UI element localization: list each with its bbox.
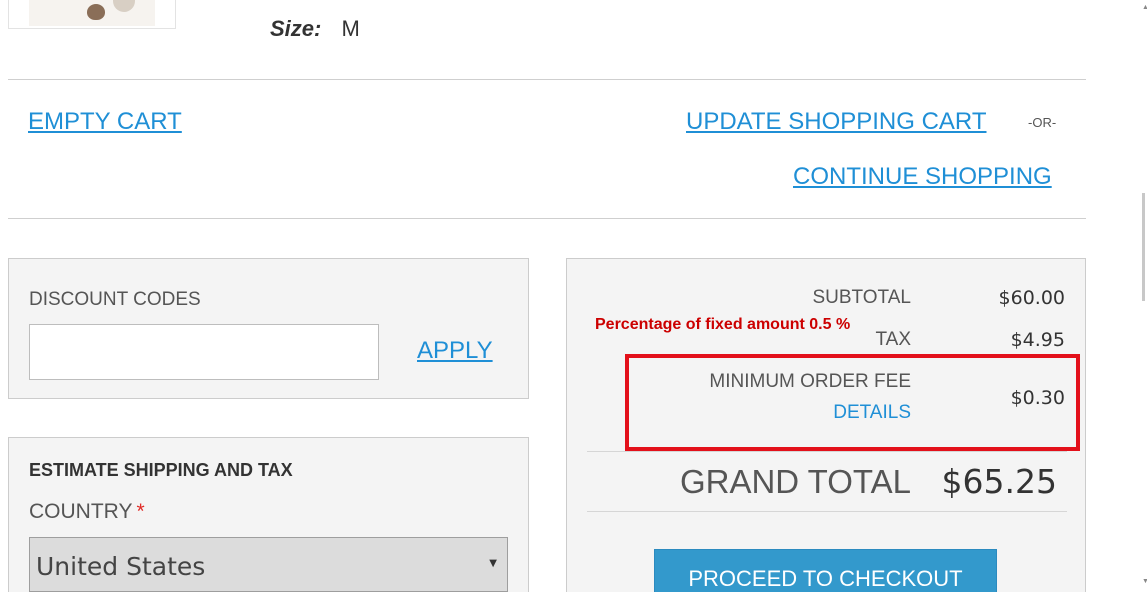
apply-discount-link[interactable]: APPLY <box>417 337 493 365</box>
estimate-shipping-title[interactable]: ESTIMATE SHIPPING AND TAX <box>29 460 293 481</box>
country-selected-value: United States <box>36 552 206 581</box>
subtotal-value: $60.00 <box>998 287 1065 309</box>
update-shopping-cart-link[interactable]: UPDATE SHOPPING CART <box>686 108 987 136</box>
proceed-to-checkout-button[interactable]: PROCEED TO CHECKOUT <box>654 549 997 592</box>
shopping-cart-page: Size: M EMPTY CART UPDATE SHOPPING CART … <box>0 0 1147 592</box>
discount-codes-panel: DISCOUNT CODES APPLY <box>8 258 529 399</box>
discount-code-input[interactable] <box>29 324 379 380</box>
size-label: Size: <box>270 16 322 41</box>
divider <box>8 79 1086 80</box>
estimate-shipping-panel: ESTIMATE SHIPPING AND TAX COUNTRY * Unite… <box>8 437 529 592</box>
summary-divider <box>587 451 1067 452</box>
continue-shopping-link[interactable]: CONTINUE SHOPPING <box>793 163 1052 191</box>
country-label-text: COUNTRY <box>29 500 133 523</box>
required-asterisk: * <box>136 500 145 523</box>
subtotal-label: SUBTOTAL <box>812 287 911 308</box>
scrollbar-thumb[interactable] <box>1142 193 1145 301</box>
size-value: M <box>341 16 360 41</box>
empty-cart-link[interactable]: EMPTY CART <box>28 108 182 136</box>
annotation-highlight-box <box>625 354 1080 451</box>
grand-total-value: $65.25 <box>941 462 1057 501</box>
divider <box>8 218 1086 219</box>
product-image <box>29 0 155 26</box>
tax-value: $4.95 <box>1010 329 1065 351</box>
discount-codes-title: DISCOUNT CODES <box>29 289 201 310</box>
grand-total-label: GRAND TOTAL <box>679 463 911 500</box>
or-separator: -OR- <box>1028 115 1057 130</box>
scroll-up-icon[interactable]: ▲ <box>1142 4 1147 11</box>
country-label: COUNTRY * <box>29 500 145 524</box>
product-thumbnail[interactable] <box>8 0 176 29</box>
tax-label: TAX <box>875 329 911 350</box>
summary-divider <box>587 511 1067 512</box>
country-select[interactable]: United States ▼ <box>29 537 508 592</box>
scroll-down-icon[interactable]: ▼ <box>1142 578 1147 585</box>
product-size-option: Size: M <box>270 16 360 42</box>
page-scrollbar[interactable]: ▲ ▼ <box>1133 0 1147 592</box>
annotation-note: Percentage of fixed amount 0.5 % <box>595 316 851 333</box>
dropdown-arrow-icon: ▼ <box>489 558 497 569</box>
